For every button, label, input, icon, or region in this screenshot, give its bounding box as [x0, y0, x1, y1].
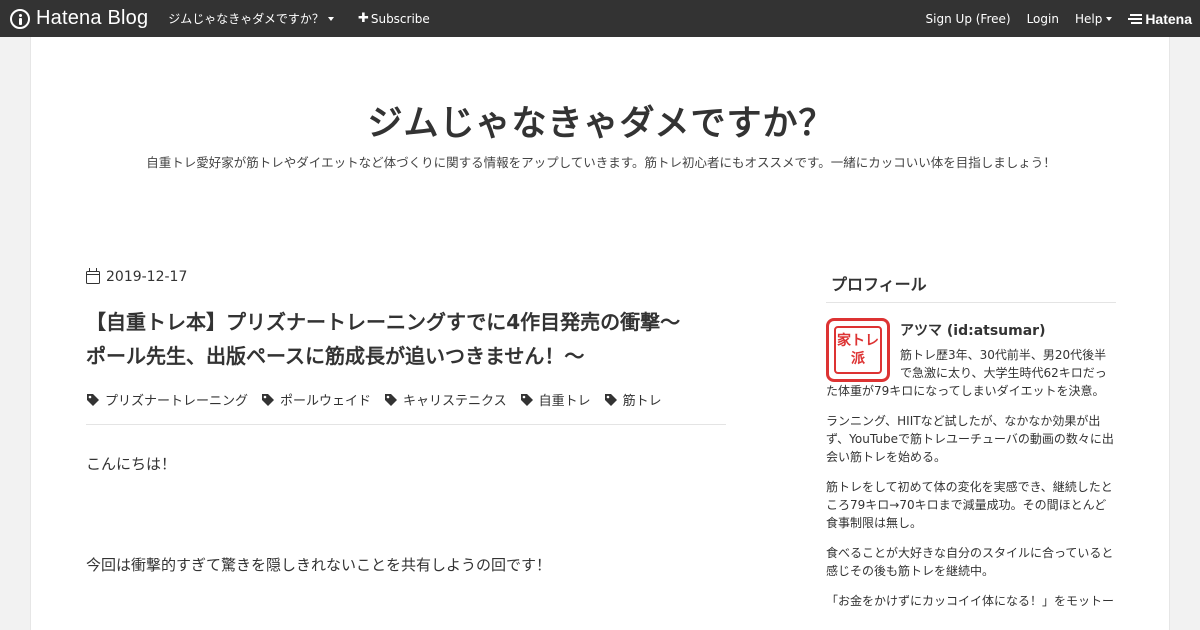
- entry-paragraph: 今回は衝撃的すぎて驚きを隠しきれないことを共有しようの回です！: [86, 556, 552, 574]
- tag-link[interactable]: 筋トレ: [604, 390, 662, 409]
- avatar-text-line1: 家トレ: [837, 333, 879, 349]
- profile-module: 家トレ 派 アツマ (id:atsumar) 筋トレ歴3年、30代前半、男20代…: [826, 318, 1116, 610]
- subscribe-label: Subscribe: [370, 11, 430, 26]
- hatena-blog-logo[interactable]: Hatena Blog: [10, 0, 148, 37]
- tag-icon: [604, 393, 617, 406]
- profile-paragraph: 筋トレをして初めて体の変化を実感でき、継続したところ79キロ→70キロまで減量成…: [826, 480, 1113, 530]
- tag-link[interactable]: ポールウェイド: [261, 390, 371, 409]
- blog-title[interactable]: ジムじゃなきゃダメですか？: [31, 95, 1171, 146]
- calendar-icon: [86, 267, 100, 284]
- entry-tags: プリズナートレーニング ポールウェイド キャリステニクス 自重トレ 筋トレ: [86, 390, 726, 409]
- profile-heading: プロフィール: [826, 271, 1116, 303]
- hatena-logo-icon: [1128, 13, 1143, 24]
- global-header: Hatena Blog ジムじゃなきゃダメですか？ ✚ Subscribe Si…: [0, 0, 1200, 37]
- caret-down-icon: [327, 16, 334, 21]
- tag-label: 自重トレ: [538, 394, 591, 409]
- entry-date[interactable]: 2019-12-17: [86, 267, 726, 285]
- tag-link[interactable]: プリズナートレーニング: [86, 390, 248, 409]
- blog-description: 自重トレ愛好家が筋トレやダイエットなど体づくりに関する情報をアップしていきます。…: [146, 155, 1056, 170]
- tag-label: ポールウェイド: [280, 394, 372, 409]
- blog-menu-label: ジムじゃなきゃダメですか？: [168, 12, 324, 26]
- hatena-blog-logo-icon: [10, 8, 30, 29]
- help-label: Help: [1074, 11, 1103, 26]
- entry-title-line2: ポール先生、出版ペースに筋成長が追いつきません！〜: [86, 344, 585, 368]
- caret-down-icon: [1106, 16, 1113, 21]
- entry-title-line1: 【自重トレ本】プリズナートレーニングすでに4作目発売の衝撃〜: [86, 310, 681, 334]
- tag-icon: [262, 393, 275, 406]
- tag-icon: [87, 393, 99, 406]
- tag-link[interactable]: 自重トレ: [520, 390, 591, 409]
- signup-link[interactable]: Sign Up (Free): [926, 12, 1011, 26]
- profile-paragraph: 「お金をかけずにカッコイイ体になる！」をモットー: [826, 594, 1115, 608]
- avatar-stamp: 家トレ 派: [834, 326, 882, 374]
- tag-label: プリズナートレーニング: [105, 394, 249, 409]
- subscribe-button[interactable]: ✚ Subscribe: [358, 11, 430, 26]
- tag-icon: [520, 393, 533, 406]
- hatena-logo-text: Hatena: [1145, 10, 1192, 27]
- entry-article: 2019-12-17 【自重トレ本】プリズナートレーニングすでに4作目発売の衝撃…: [86, 267, 726, 575]
- help-dropdown[interactable]: Help: [1074, 11, 1113, 26]
- profile-paragraph: 食べることが大好きな自分のスタイルに合っていると感じその後も筋トレを継続中。: [826, 546, 1114, 578]
- tag-link[interactable]: キャリステニクス: [384, 390, 507, 409]
- blog-container: ジムじゃなきゃダメですか？ 自重トレ愛好家が筋トレやダイエットなど体づくりに関す…: [30, 37, 1170, 630]
- plus-icon: ✚: [357, 11, 369, 26]
- hatena-blog-logo-text: Hatena Blog: [36, 7, 149, 29]
- login-link[interactable]: Login: [1027, 12, 1059, 26]
- avatar[interactable]: 家トレ 派: [826, 318, 890, 382]
- tag-label: 筋トレ: [622, 394, 662, 409]
- hatena-logo[interactable]: Hatena: [1128, 11, 1192, 27]
- blog-menu-dropdown[interactable]: ジムじゃなきゃダメですか？: [168, 10, 334, 27]
- avatar-text-line2: 派: [851, 351, 865, 367]
- header-right-nav: Sign Up (Free) Login Help Hatena: [926, 0, 1200, 37]
- entry-title[interactable]: 【自重トレ本】プリズナートレーニングすでに4作目発売の衝撃〜 ポール先生、出版ペ…: [86, 305, 726, 373]
- entry-divider: [86, 424, 726, 425]
- tag-label: キャリステニクス: [403, 394, 507, 409]
- sidebar: プロフィール 家トレ 派 アツマ (id:atsumar) 筋トレ歴3年、30代…: [826, 269, 1116, 610]
- entry-paragraph: こんにちは！: [86, 455, 177, 473]
- tag-icon: [385, 393, 398, 406]
- profile-paragraph: ランニング、HIITなど試したが、なかなか効果が出ず、YouTubeで筋トレユー…: [826, 414, 1114, 464]
- entry-date-text: 2019-12-17: [106, 269, 188, 285]
